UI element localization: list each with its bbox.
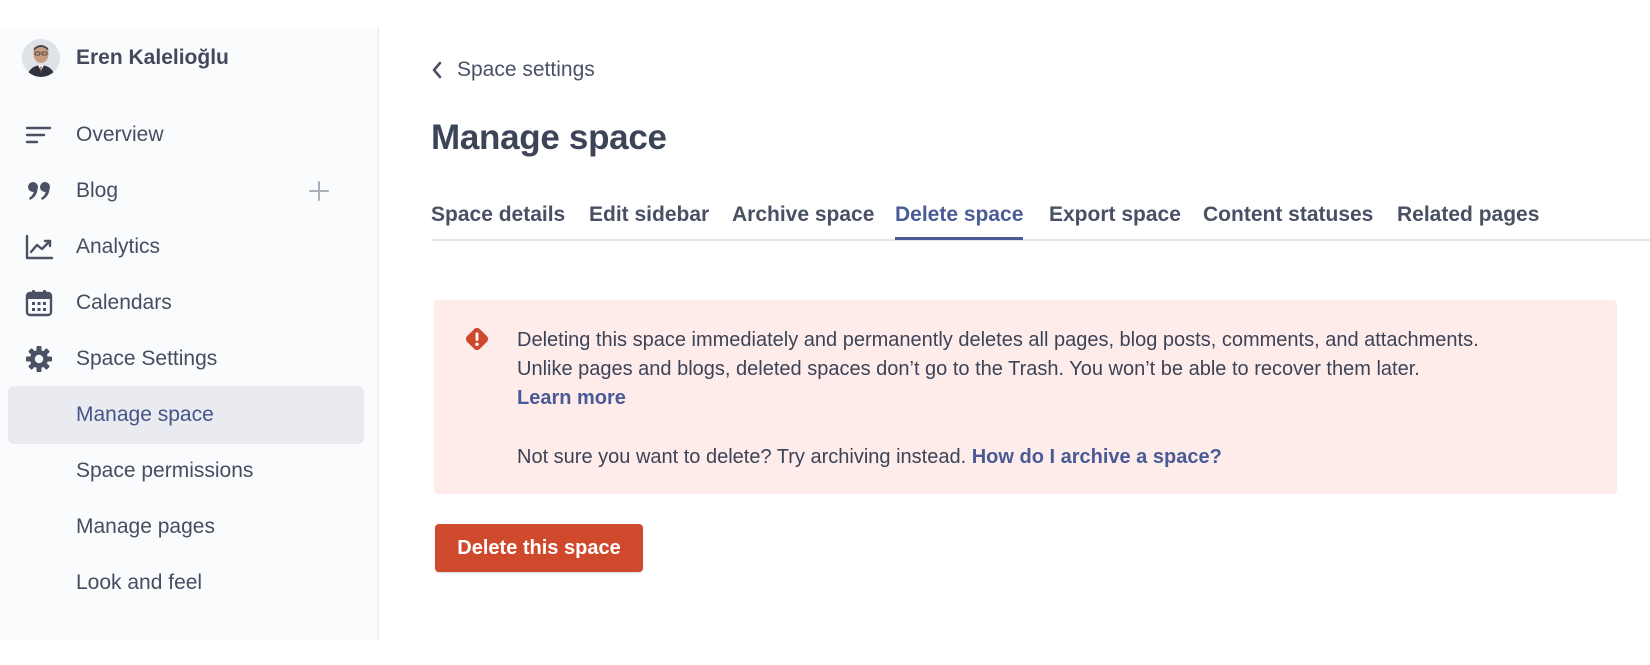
delete-space-button[interactable]: Delete this space [435, 524, 643, 572]
sidebar-item-overview[interactable]: Overview [8, 106, 364, 164]
notice-line-2: Unlike pages and blogs, deleted spaces d… [517, 358, 1420, 380]
avatar [22, 39, 60, 77]
notice-line-3: Not sure you want to delete? Try archivi… [517, 446, 967, 468]
overview-icon [24, 120, 54, 150]
tab-bar: Space details Edit sidebar Archive space… [431, 185, 1650, 241]
sidebar-item-label: Overview [76, 123, 164, 146]
tab-content-statuses[interactable]: Content statuses [1203, 203, 1373, 239]
sidebar-item-label: Manage pages [76, 515, 215, 538]
analytics-icon [24, 232, 54, 262]
chevron-left-icon [432, 61, 442, 79]
notice-line-1: Deleting this space immediately and perm… [517, 329, 1479, 351]
sidebar-item-look-and-feel[interactable]: Look and feel [8, 554, 364, 612]
tab-space-details[interactable]: Space details [431, 203, 565, 239]
warning-icon [464, 326, 490, 357]
user-name: Eren Kalelioğlu [76, 46, 229, 69]
sidebar-item-manage-space[interactable]: Manage space [8, 386, 364, 444]
tab-archive-space[interactable]: Archive space [732, 203, 874, 239]
sidebar-item-label: Blog [76, 179, 119, 202]
back-link[interactable]: Space settings [431, 58, 595, 82]
calendar-icon [24, 288, 54, 318]
sidebar-item-analytics[interactable]: Analytics [8, 218, 364, 276]
tab-export-space[interactable]: Export space [1049, 203, 1181, 239]
tab-delete-space[interactable]: Delete space [895, 203, 1024, 240]
sidebar-item-space-settings[interactable]: Space Settings [8, 330, 364, 388]
page-title: Manage space [431, 118, 667, 157]
sidebar-item-label: Analytics [76, 235, 161, 258]
user-profile[interactable]: Eren Kalelioğlu [22, 39, 229, 77]
sidebar-item-label: Space permissions [76, 459, 254, 482]
sidebar-item-space-permissions[interactable]: Space permissions [8, 442, 364, 500]
tab-edit-sidebar[interactable]: Edit sidebar [589, 203, 709, 239]
warning-notice: Deleting this space immediately and perm… [434, 300, 1617, 494]
add-blog-icon[interactable] [304, 176, 334, 206]
sidebar-item-calendars[interactable]: Calendars [8, 274, 364, 332]
sidebar-item-label: Space Settings [76, 347, 218, 370]
sidebar-item-blog[interactable]: Blog [8, 162, 364, 220]
tab-related-pages[interactable]: Related pages [1397, 203, 1539, 239]
quote-icon [24, 176, 54, 206]
sidebar-item-manage-pages[interactable]: Manage pages [8, 498, 364, 556]
sidebar-item-label: Look and feel [76, 571, 203, 594]
back-link-label: Space settings [457, 58, 595, 81]
sidebar-item-label: Calendars [76, 291, 172, 314]
archive-help-link[interactable]: How do I archive a space? [972, 446, 1222, 468]
learn-more-link[interactable]: Learn more [517, 387, 626, 409]
sidebar-item-label: Manage space [76, 403, 214, 426]
sidebar: Eren Kalelioğlu Overview Blog Analytics … [0, 28, 379, 640]
gear-icon [24, 344, 54, 374]
